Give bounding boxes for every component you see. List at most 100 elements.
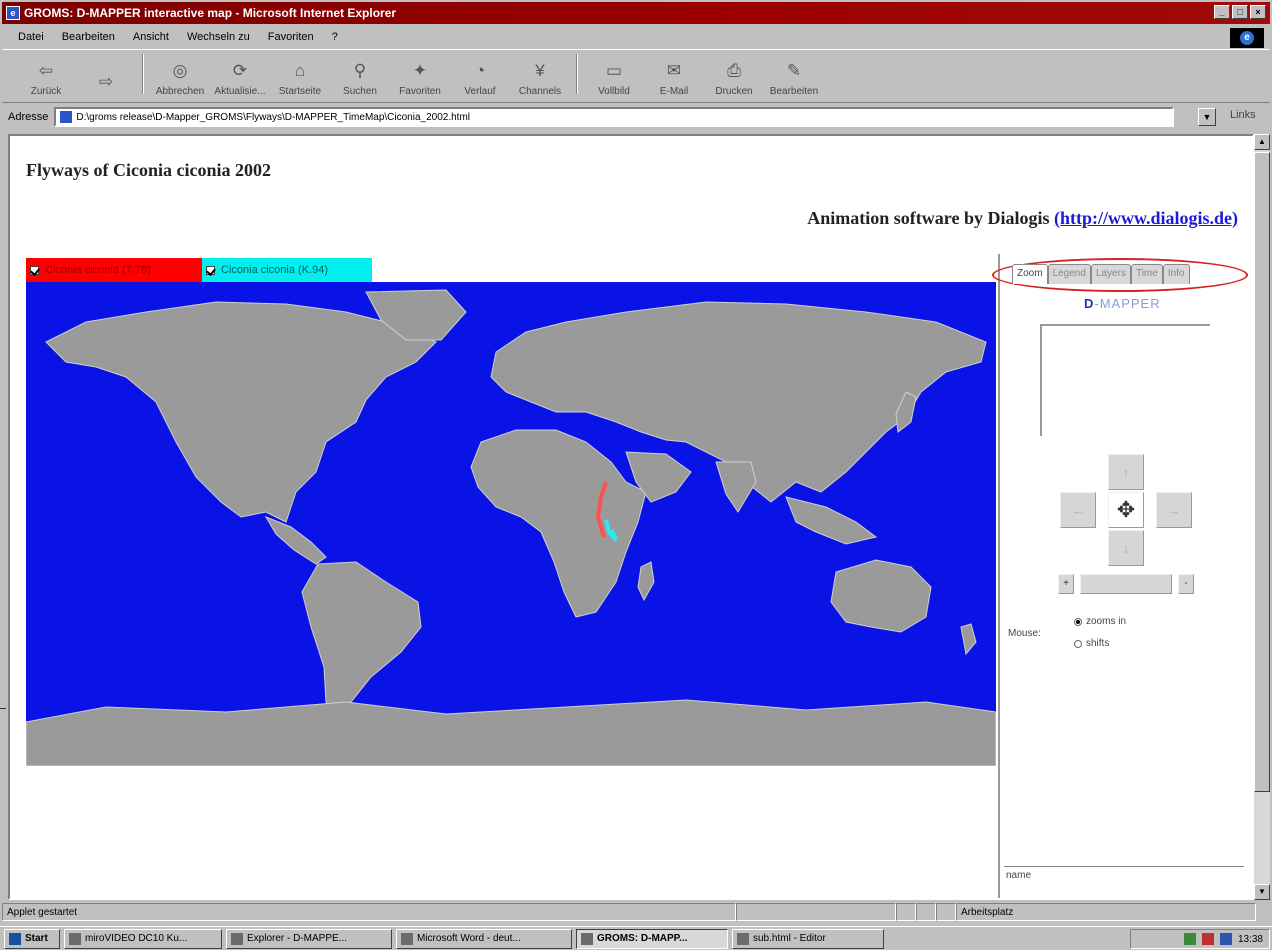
task-label: GROMS: D-MAPP... <box>597 933 688 944</box>
toolbar: ⇦ Zurück ⇨ ◎ Abbrechen ⟳ Aktualisie... ⌂ Startse… <box>2 49 1270 103</box>
toolbar-refresh-button[interactable]: ⟳ Aktualisie... <box>210 60 270 97</box>
task-label: sub.html - Editor <box>753 933 826 944</box>
radio-dot-shift[interactable] <box>1074 639 1082 648</box>
task-app-icon <box>69 932 81 945</box>
task-label: miroVIDEO DC10 Ku... <box>85 933 188 944</box>
credit-text: Animation software by Dialogis <box>807 208 1054 228</box>
ie-icon[interactable]: e <box>6 6 20 20</box>
menu-favorites[interactable]: Favoriten <box>264 31 318 43</box>
tab-info[interactable]: Info <box>1162 264 1190 284</box>
ie-logo: e <box>1230 28 1264 48</box>
toolbar-stop-button[interactable]: ◎ Abbrechen <box>150 60 210 97</box>
stop-icon: ◎ <box>172 61 188 80</box>
tab-legend[interactable]: Legend <box>1047 264 1091 284</box>
series-checkbox-2[interactable] <box>206 265 215 275</box>
menu-file[interactable]: Datei <box>14 31 48 43</box>
toolbar-print-button[interactable]: ⎙ Drucken <box>704 60 764 97</box>
title-bar[interactable]: e GROMS: D-MAPPER interactive map - Micr… <box>2 2 1270 24</box>
task-app-icon <box>737 932 749 945</box>
page-content: Flyways of Ciconia ciconia 2002 Animatio… <box>8 134 1254 900</box>
menu-help[interactable]: ? <box>328 31 342 43</box>
dialogis-link[interactable]: (http://www.dialogis.de) <box>1054 208 1238 228</box>
start-button[interactable]: Start <box>4 928 60 949</box>
radio-dot-zoom[interactable] <box>1074 617 1082 626</box>
page-title: Flyways of Ciconia ciconia 2002 <box>26 160 271 180</box>
name-divider <box>1004 866 1244 867</box>
overview-map[interactable] <box>1040 324 1210 436</box>
scroll-up-button[interactable]: ▲ <box>1254 134 1270 150</box>
clock: 13:38 <box>1237 933 1263 945</box>
tab-time[interactable]: Time <box>1130 264 1163 284</box>
pan-up-button[interactable]: ↑ <box>1108 454 1144 490</box>
close-button[interactable]: × <box>1250 5 1266 19</box>
land-africa <box>470 429 647 618</box>
toolbar-search-button[interactable]: ⚲ Suchen <box>330 60 390 97</box>
toolbar-history-button[interactable]: ◔ Verlauf <box>450 60 510 97</box>
pan-left-button[interactable]: ← <box>1060 492 1096 528</box>
zoom-in-button[interactable]: + <box>1058 574 1074 594</box>
taskbar-button[interactable]: Explorer - D-MAPPE... <box>226 928 392 949</box>
window-controls: _ □ × <box>1214 5 1266 19</box>
back-icon: ⇦ <box>38 61 54 80</box>
series-label-1: Ciconia ciconia (7.78) <box>45 264 151 276</box>
series-toggle-1[interactable]: Ciconia ciconia (7.78) <box>26 258 202 282</box>
windows-logo-icon <box>9 932 21 945</box>
toolbar-back-button[interactable]: ⇦ Zurück <box>16 60 76 97</box>
tray-network-icon[interactable] <box>1183 933 1196 945</box>
tab-layers[interactable]: Layers <box>1090 264 1131 284</box>
toolbar-label: Zurück <box>30 86 62 97</box>
taskbar: Start miroVIDEO DC10 Ku... Explorer - D-M… <box>0 926 1272 950</box>
mail-icon: ✉ <box>666 61 682 80</box>
pan-right-button[interactable]: → <box>1156 492 1192 528</box>
toolbar-home-button[interactable]: ⌂ Startseite <box>270 60 330 97</box>
scroll-thumb[interactable] <box>1254 152 1270 792</box>
taskbar-button[interactable]: Microsoft Word - deut... <box>396 928 572 949</box>
land-india <box>715 461 757 513</box>
taskbar-button[interactable]: sub.html - Editor <box>732 928 884 949</box>
menu-view[interactable]: Ansicht <box>129 31 173 43</box>
toolbar-forward-button[interactable]: ⇨ <box>76 71 136 97</box>
toolbar-mail-button[interactable]: ✉ E-Mail <box>644 60 704 97</box>
taskbar-button[interactable]: miroVIDEO DC10 Ku... <box>64 928 222 949</box>
menu-bar: Datei Bearbeiten Ansicht Wechseln zu Fav… <box>2 27 1270 47</box>
menu-edit[interactable]: Bearbeiten <box>58 31 119 43</box>
address-dropdown-button[interactable]: ▼ <box>1198 108 1216 126</box>
toolbar-fullscreen-button[interactable]: ▭ Vollbild <box>584 60 644 97</box>
zoom-row: + - <box>1058 574 1198 596</box>
address-input[interactable]: D:\groms release\D-Mapper_GROMS\Flyways\… <box>54 107 1175 127</box>
start-label: Start <box>25 933 48 944</box>
land-australia <box>830 559 932 633</box>
tray-volume-icon[interactable] <box>1201 933 1214 945</box>
taskbar-button[interactable]: GROMS: D-MAPP... <box>576 928 728 949</box>
channels-icon: ¥ <box>535 61 545 80</box>
menu-go[interactable]: Wechseln zu <box>183 31 254 43</box>
mouse-zoom-radio[interactable]: zooms in <box>1074 616 1126 627</box>
forward-icon: ⇨ <box>98 72 114 91</box>
d-mapper-brand: D-MAPPER <box>1084 296 1161 311</box>
zoom-out-button[interactable]: - <box>1178 574 1194 594</box>
pan-center-button[interactable]: ✥ <box>1108 492 1144 528</box>
series-label-2: Ciconia ciconia (K.94) <box>221 264 328 276</box>
series-checkbox-1[interactable] <box>30 265 39 275</box>
scroll-down-button[interactable]: ▼ <box>1254 884 1270 900</box>
tab-zoom[interactable]: Zoom <box>1012 264 1048 284</box>
mouse-shift-radio[interactable]: shifts <box>1074 638 1109 649</box>
maximize-button[interactable]: □ <box>1232 5 1248 19</box>
vertical-scrollbar[interactable]: ▲ ▼ <box>1254 134 1270 900</box>
toolbar-label: Drucken <box>715 86 753 97</box>
brand-suffix: -MAPPER <box>1094 296 1161 311</box>
world-map[interactable] <box>26 282 996 766</box>
series-toggle-2[interactable]: Ciconia ciconia (K.94) <box>202 258 372 282</box>
minimize-button[interactable]: _ <box>1214 5 1230 19</box>
toolbar-label: Suchen <box>343 86 377 97</box>
tray-display-icon[interactable] <box>1219 933 1232 945</box>
toolbar-edit-button[interactable]: ✎ Bearbeiten <box>764 60 824 97</box>
links-button[interactable]: Links <box>1230 109 1256 121</box>
toolbar-channels-button[interactable]: ¥ Channels <box>510 60 570 97</box>
mouse-mode-label: Mouse: <box>1008 628 1041 639</box>
toolbar-favorites-button[interactable]: ✦ Favoriten <box>390 60 450 97</box>
zoom-slider[interactable] <box>1080 574 1172 594</box>
task-label: Microsoft Word - deut... <box>417 933 521 944</box>
pan-down-button[interactable]: ↓ <box>1108 530 1144 566</box>
refresh-icon: ⟳ <box>232 61 248 80</box>
